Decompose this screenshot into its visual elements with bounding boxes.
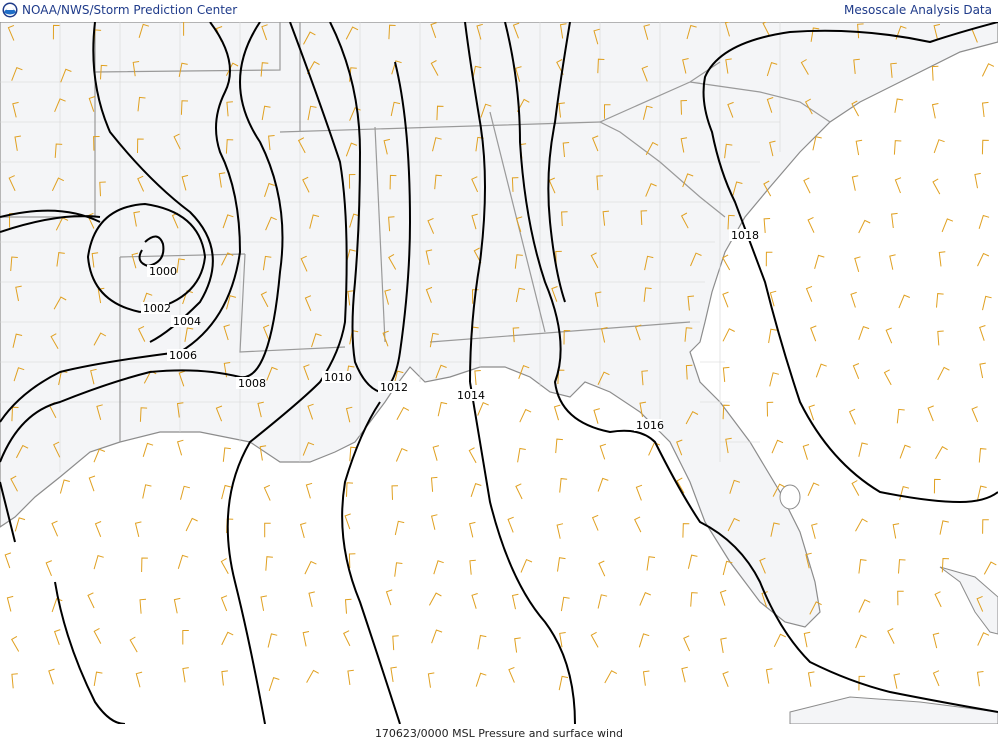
isobar-label-1002: 1002 — [143, 302, 171, 315]
isobar-label-1010: 1010 — [324, 371, 352, 384]
header-bar: NOAA/NWS/Storm Prediction Center Mesosca… — [0, 0, 998, 22]
header-title-right: Mesoscale Analysis Data — [844, 3, 992, 17]
isobar-label-1014: 1014 — [457, 389, 485, 402]
header-title-left: NOAA/NWS/Storm Prediction Center — [22, 3, 238, 17]
surface-analysis-map: 1000 1002 1004 1006 1008 1010 1012 1014 … — [0, 22, 998, 724]
isobar-label-1012: 1012 — [380, 381, 408, 394]
footer-caption: 170623/0000 MSL Pressure and surface win… — [374, 727, 624, 740]
noaa-logo-icon — [2, 2, 18, 18]
isobar-label-1004: 1004 — [173, 315, 201, 328]
isobar-label-1006: 1006 — [169, 349, 197, 362]
isobar-label-1016: 1016 — [636, 419, 664, 432]
isobar-label-1000: 1000 — [149, 265, 177, 278]
isobar-label-1018: 1018 — [731, 229, 759, 242]
lake-okeechobee — [779, 484, 801, 510]
footer-bar: 170623/0000 MSL Pressure and surface win… — [0, 724, 998, 750]
isobar-label-1008: 1008 — [238, 377, 266, 390]
map-frame: NOAA/NWS/Storm Prediction Center Mesosca… — [0, 0, 998, 750]
